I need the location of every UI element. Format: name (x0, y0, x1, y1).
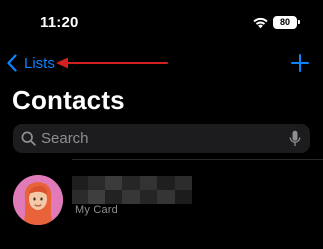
microphone-icon[interactable] (289, 130, 301, 147)
battery-nub (298, 20, 300, 24)
red-arrow-icon (56, 57, 168, 69)
chevron-left-icon (7, 54, 17, 72)
my-card-label: My Card (75, 204, 118, 216)
divider (72, 159, 323, 160)
redacted-contact-name (72, 176, 192, 204)
add-button[interactable] (288, 51, 312, 75)
wifi-icon (253, 17, 268, 29)
my-card-row[interactable]: My Card (0, 165, 323, 249)
avatar (13, 175, 63, 225)
battery-icon: 80 (273, 16, 300, 29)
status-bar: 11:20 80 (0, 0, 323, 46)
search-icon (21, 131, 36, 146)
page-title: Contacts (12, 85, 125, 115)
memoji-avatar-icon (13, 175, 63, 225)
back-button-label: Lists (24, 54, 55, 72)
back-button[interactable]: Lists (6, 51, 55, 75)
battery-level: 80 (279, 17, 290, 27)
search-field[interactable]: Search (13, 124, 310, 153)
status-time: 11:20 (40, 14, 79, 31)
search-placeholder: Search (41, 130, 89, 147)
